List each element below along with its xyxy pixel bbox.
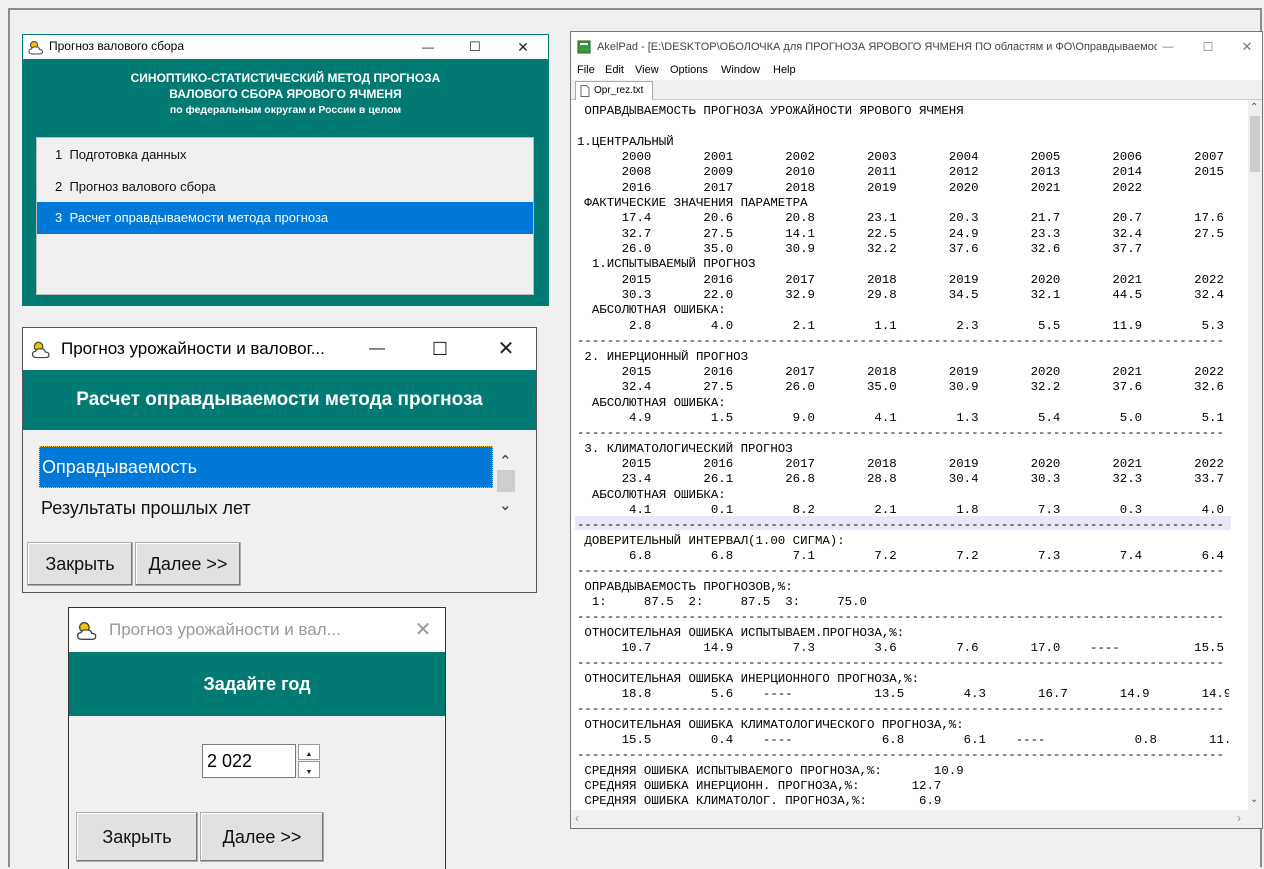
app-sun-cloud-icon	[28, 41, 44, 55]
vertical-scrollbar[interactable]: ⌃ ⌄	[1248, 100, 1262, 810]
window-title: Прогноз урожайности и валовог...	[61, 339, 325, 358]
title-bar[interactable]: Прогноз валового сбора — ☐ ✕	[23, 35, 548, 59]
menu-file[interactable]: File	[577, 64, 595, 76]
app-sun-cloud-icon	[76, 622, 97, 640]
close-dialog-button[interactable]: Закрыть	[76, 812, 198, 862]
window-gross-harvest: Прогноз валового сбора — ☐ ✕ СИНОПТИКО-С…	[22, 34, 549, 306]
list-item-past-results[interactable]: Результаты прошлых лет	[39, 489, 493, 527]
menu-item-data-prep[interactable]: 1 Подготовка данных	[37, 138, 533, 170]
app-sun-cloud-icon	[31, 341, 50, 359]
menu-edit[interactable]: Edit	[605, 64, 624, 76]
minimize-button[interactable]: —	[357, 328, 397, 370]
year-input[interactable]	[202, 744, 296, 778]
next-button[interactable]: Далее >>	[200, 812, 324, 862]
window-title: AkelPad - [E:\DESKTOP\ОБОЛОЧКА для ПРОГН…	[597, 41, 1157, 53]
menu-item-forecast[interactable]: 2 Прогноз валового сбора	[37, 170, 533, 202]
menu-item-verification[interactable]: 3 Расчет оправдываемости метода прогноза	[37, 202, 533, 234]
close-button[interactable]: ✕	[1232, 32, 1262, 62]
maximize-button[interactable]: ☐	[420, 328, 460, 370]
title-bar[interactable]: Прогноз урожайности и вал... ✕	[69, 608, 445, 652]
menu-window[interactable]: Window	[721, 64, 760, 76]
main-menu-list: 1 Подготовка данных 2 Прогноз валового с…	[36, 137, 534, 295]
window-year-input: Прогноз урожайности и вал... ✕ Задайте г…	[68, 607, 446, 869]
heading-crop: ВАЛОВОГО СБОРА ЯРОВОГО ЯЧМЕНЯ	[169, 87, 402, 101]
akelpad-window: AkelPad - [E:\DESKTOP\ОБОЛОЧКА для ПРОГН…	[570, 31, 1263, 829]
scroll-up-icon[interactable]: ⌃	[1250, 102, 1258, 113]
year-spin-down-button[interactable]: ▼	[298, 761, 320, 778]
window-title: Прогноз урожайности и вал...	[109, 620, 341, 639]
heading-scope: по федеральным округам и России в целом	[169, 104, 402, 116]
menu-options[interactable]: Options	[670, 64, 708, 76]
listbox-scrollbar[interactable]: ⌃ ⌄	[495, 446, 517, 526]
scroll-right-icon[interactable]: ›	[1237, 811, 1241, 825]
tab-opr-rez[interactable]: Opr_rez.txt	[575, 81, 653, 100]
list-item-verification[interactable]: Оправдываемость	[39, 446, 493, 488]
close-button[interactable]: ✕	[405, 608, 441, 652]
horizontal-scrollbar[interactable]: ‹ ›	[571, 810, 1262, 828]
scroll-down-icon[interactable]: ⌄	[1250, 794, 1258, 805]
close-button[interactable]: ✕	[508, 35, 538, 59]
window-verification: Прогноз урожайности и валовог... — ☐ ✕ Р…	[22, 327, 537, 593]
window-title: Прогноз валового сбора	[49, 39, 185, 53]
title-bar[interactable]: AkelPad - [E:\DESKTOP\ОБОЛОЧКА для ПРОГН…	[571, 32, 1262, 62]
close-button[interactable]: ✕	[486, 328, 526, 370]
arrow-up-icon: ▲	[305, 751, 313, 758]
year-spin-up-button[interactable]: ▲	[298, 744, 320, 760]
report-listbox: Оправдываемость Результаты прошлых лет ⌃…	[39, 446, 517, 526]
next-button[interactable]: Далее >>	[135, 542, 241, 586]
minimize-button[interactable]: —	[1153, 32, 1183, 62]
scroll-down-icon[interactable]: ⌄	[499, 496, 512, 514]
scroll-thumb[interactable]	[497, 470, 515, 492]
section-header: Расчет оправдываемости метода прогноза	[23, 370, 536, 430]
tab-label: Opr_rez.txt	[594, 85, 644, 96]
list-item-label: Оправдываемость	[42, 457, 197, 477]
maximize-button[interactable]: ☐	[460, 35, 490, 59]
menu-help[interactable]: Help	[773, 64, 796, 76]
window-body: СИНОПТИКО-СТАТИСТИЧЕСКИЙ МЕТОД ПРОГНОЗА …	[23, 59, 548, 305]
text-editor-area[interactable]: ОПРАВДЫВАЕМОСТЬ ПРОГНОЗА УРОЖАЙНОСТИ ЯРО…	[577, 104, 1229, 816]
arrow-down-icon: ▼	[305, 769, 313, 776]
close-dialog-button[interactable]: Закрыть	[27, 542, 133, 586]
document-icon	[580, 85, 590, 97]
tab-strip: Opr_rez.txt	[571, 80, 1262, 100]
section-header: Задайте год	[69, 652, 445, 716]
list-item-label: Результаты прошлых лет	[41, 498, 251, 518]
menu-view[interactable]: View	[635, 64, 659, 76]
akelpad-app-icon	[577, 40, 591, 54]
scroll-thumb[interactable]	[1250, 116, 1260, 172]
menu-item-label: 2 Прогноз валового сбора	[55, 179, 216, 194]
menu-bar: File Edit View Options Window Help	[571, 62, 1262, 80]
maximize-button[interactable]: ☐	[1193, 32, 1223, 62]
heading-method: СИНОПТИКО-СТАТИСТИЧЕСКИЙ МЕТОД ПРОГНОЗА	[130, 71, 441, 85]
minimize-button[interactable]: —	[413, 35, 443, 59]
scroll-left-icon[interactable]: ‹	[575, 811, 579, 825]
menu-item-label: 3 Расчет оправдываемости метода прогноза	[55, 210, 329, 225]
scroll-up-icon[interactable]: ⌃	[499, 452, 512, 470]
menu-item-label: 1 Подготовка данных	[55, 147, 187, 162]
title-bar[interactable]: Прогноз урожайности и валовог... — ☐ ✕	[23, 328, 536, 370]
